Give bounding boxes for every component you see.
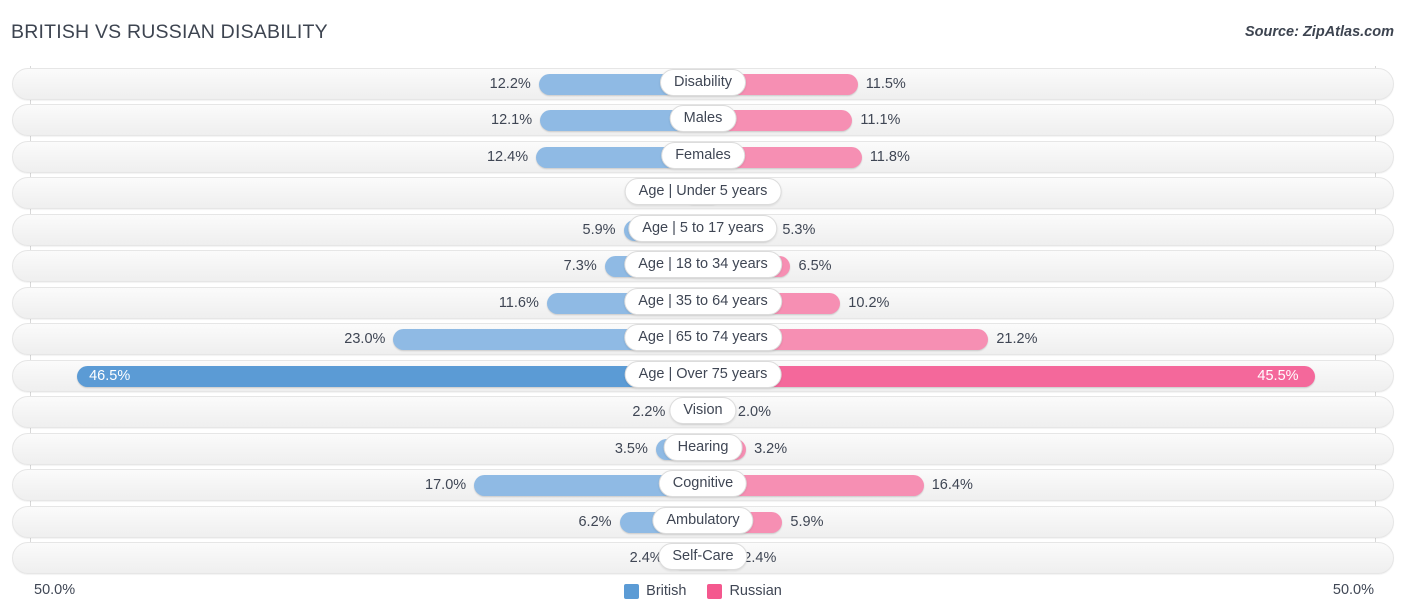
legend-swatch-icon xyxy=(624,584,639,599)
chart-page: BRITISH VS RUSSIAN DISABILITY Source: Zi… xyxy=(0,0,1406,612)
chart-row: 3.5% 3.2% Hearing xyxy=(0,431,1406,467)
chart-row: 6.2% 5.9% Ambulatory xyxy=(0,504,1406,540)
category-label: Self-Care xyxy=(658,543,747,570)
chart-plot-area: 12.2% 11.5% Disability 12.1% 11.1% Males 12.4%… xyxy=(0,58,1406,573)
legend-item[interactable]: Russian xyxy=(707,583,781,599)
chart-row: 12.2% 11.5% Disability xyxy=(0,66,1406,102)
value-label-british: 2.2% xyxy=(587,403,665,422)
value-label-russian: 5.9% xyxy=(790,513,868,532)
chart-row: 12.4% 11.8% Females xyxy=(0,139,1406,175)
value-label-russian: 11.5% xyxy=(866,75,944,94)
chart-row: 7.3% 6.5% Age | 18 to 34 years xyxy=(0,248,1406,284)
chart-legend: British Russian xyxy=(0,583,1406,599)
value-label-russian: 16.4% xyxy=(932,476,1010,495)
value-label-british: 17.0% xyxy=(388,476,466,495)
chart-footer: 50.0% 50.0% BritishRussian xyxy=(0,573,1406,612)
category-label: Age | 5 to 17 years xyxy=(628,215,777,242)
category-label: Cognitive xyxy=(659,470,747,497)
value-label-russian: 2.0% xyxy=(738,403,816,422)
value-label-british: 7.3% xyxy=(519,257,597,276)
chart-row: 12.1% 11.1% Males xyxy=(0,102,1406,138)
value-label-british: 12.4% xyxy=(450,148,528,167)
chart-row: 2.2% 2.0%Vision xyxy=(0,394,1406,430)
category-label: Vision xyxy=(669,397,736,424)
value-label-russian: 6.5% xyxy=(798,257,876,276)
category-label: Ambulatory xyxy=(652,507,753,534)
value-label-russian: 21.2% xyxy=(996,330,1074,349)
bar-british xyxy=(77,366,703,387)
category-label: Age | Under 5 years xyxy=(625,178,782,205)
legend-label: Russian xyxy=(729,583,781,599)
value-label-russian: 5.3% xyxy=(782,221,860,240)
chart-row: 17.0% 16.4% Cognitive xyxy=(0,467,1406,503)
legend-item[interactable]: British xyxy=(624,583,686,599)
value-label-british: 6.2% xyxy=(534,513,612,532)
chart-row: 1.5%1.4%Age | Under 5 years xyxy=(0,175,1406,211)
bar-russian xyxy=(703,366,1315,387)
value-label-british: 2.4% xyxy=(585,549,663,568)
value-label-british: 5.9% xyxy=(538,221,616,240)
category-label: Age | 35 to 64 years xyxy=(624,288,782,315)
category-label: Hearing xyxy=(664,434,743,461)
legend-label: British xyxy=(646,583,686,599)
legend-swatch-icon xyxy=(707,584,722,599)
value-label-british: 11.6% xyxy=(461,294,539,313)
value-label-british: 12.2% xyxy=(453,75,531,94)
category-label: Age | Over 75 years xyxy=(625,361,782,388)
category-label: Disability xyxy=(660,69,746,96)
chart-row: 23.0% 21.2% Age | 65 to 74 years xyxy=(0,321,1406,357)
value-label-british: 12.1% xyxy=(454,111,532,130)
chart-row: 46.5% 45.5% Age | Over 75 years xyxy=(0,358,1406,394)
category-label: Age | 65 to 74 years xyxy=(624,324,782,351)
page-title: BRITISH VS RUSSIAN DISABILITY xyxy=(11,21,328,44)
value-label-british: 23.0% xyxy=(307,330,385,349)
chart-row: 5.9% 5.3% Age | 5 to 17 years xyxy=(0,212,1406,248)
chart-header: BRITISH VS RUSSIAN DISABILITY Source: Zi… xyxy=(0,0,1406,58)
value-label-british: 46.5% xyxy=(89,367,130,386)
value-label-russian: 45.5% xyxy=(1257,367,1298,386)
chart-rows: 12.2% 11.5% Disability 12.1% 11.1% Males 12.4%… xyxy=(0,66,1406,577)
value-label-russian: 3.2% xyxy=(754,440,832,459)
source-attribution: Source: ZipAtlas.com xyxy=(1245,24,1394,40)
category-label: Males xyxy=(670,105,737,132)
value-label-russian: 11.1% xyxy=(860,111,938,130)
value-label-russian: 2.4% xyxy=(743,549,821,568)
category-label: Females xyxy=(661,142,745,169)
chart-row: 2.4% 2.4%Self-Care xyxy=(0,540,1406,576)
value-label-british: 3.5% xyxy=(570,440,648,459)
category-label: Age | 18 to 34 years xyxy=(624,251,782,278)
chart-row: 11.6% 10.2% Age | 35 to 64 years xyxy=(0,285,1406,321)
value-label-russian: 11.8% xyxy=(870,148,948,167)
value-label-russian: 10.2% xyxy=(848,294,926,313)
